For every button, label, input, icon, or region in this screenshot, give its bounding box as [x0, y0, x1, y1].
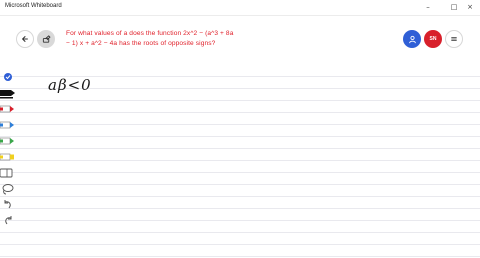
- undo-button[interactable]: [0, 198, 16, 212]
- pen-icon: [0, 105, 14, 113]
- pen-toolbar: [0, 67, 16, 237]
- app-title: Microsoft Whiteboard: [5, 3, 62, 9]
- pen-icon: [0, 137, 14, 145]
- hamburger-icon: [451, 37, 457, 41]
- person-icon: [408, 35, 416, 43]
- close-button[interactable]: ×: [458, 0, 480, 15]
- highlighter-button[interactable]: [0, 150, 16, 164]
- edit-button[interactable]: [37, 30, 55, 48]
- edit-icon: [42, 34, 51, 43]
- back-arrow-icon: [22, 36, 28, 42]
- minimize-button[interactable]: –: [416, 0, 440, 15]
- lasso-icon: [2, 184, 14, 195]
- handwritten-answer: aβ<0: [48, 76, 92, 94]
- pen-icon: [0, 90, 15, 99]
- black-pen-button[interactable]: [0, 86, 16, 100]
- question-text: For what values of a does the function 2…: [66, 30, 234, 47]
- blue-pen-button[interactable]: [0, 118, 16, 132]
- eraser-button[interactable]: [0, 166, 16, 180]
- pen-icon: [0, 121, 14, 129]
- lasso-button[interactable]: [0, 182, 16, 196]
- select-tool-button[interactable]: [0, 70, 16, 84]
- red-pen-button[interactable]: [0, 102, 16, 116]
- participants-button[interactable]: [403, 30, 421, 48]
- whiteboard-window: Microsoft Whiteboard – □ × For what valu…: [0, 0, 480, 258]
- green-pen-button[interactable]: [0, 134, 16, 148]
- title-bar: Microsoft Whiteboard – □ ×: [0, 0, 480, 16]
- back-button[interactable]: [16, 30, 34, 48]
- cursor-icon: [4, 73, 12, 81]
- eraser-icon: [0, 168, 13, 178]
- redo-button[interactable]: [0, 214, 16, 228]
- menu-button[interactable]: [445, 30, 463, 48]
- redo-icon: [5, 216, 12, 225]
- highlighter-icon: [0, 153, 14, 161]
- undo-icon: [4, 200, 11, 209]
- user-avatar[interactable]: SN: [424, 30, 442, 48]
